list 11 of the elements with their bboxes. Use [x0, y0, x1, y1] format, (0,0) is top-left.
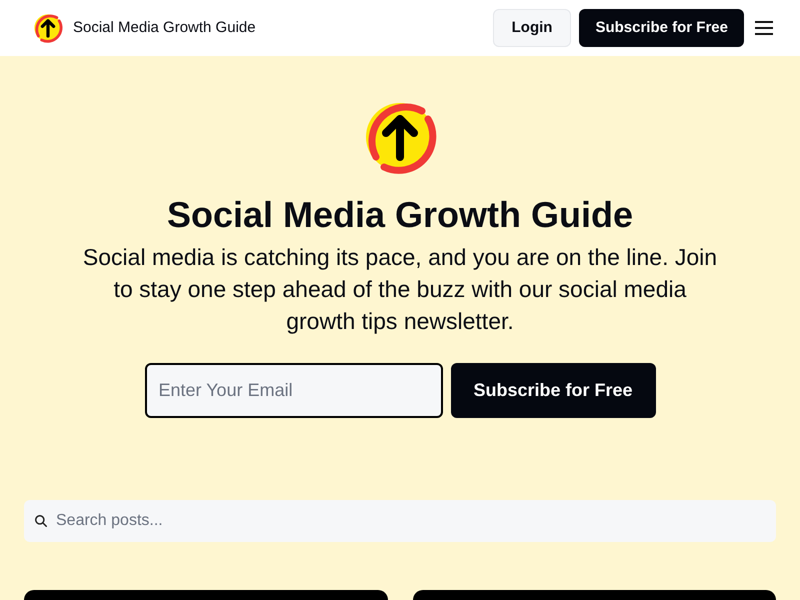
logo-icon	[32, 12, 64, 44]
subscribe-button[interactable]: Subscribe for Free	[450, 363, 656, 418]
subscribe-button[interactable]: Subscribe for Free	[579, 9, 744, 47]
search-icon	[34, 514, 48, 528]
login-button[interactable]: Login	[492, 9, 572, 47]
search-field[interactable]: Search posts...	[24, 500, 776, 542]
site-name[interactable]: Social Media Growth Guide	[73, 16, 256, 40]
hero-title: Social Media Growth Guide	[166, 193, 634, 237]
menu-icon[interactable]	[754, 20, 774, 36]
email-input-field[interactable]: Enter Your Email	[144, 363, 442, 418]
hero-description: Social media is catching its pace, and you are on the line. Join to stay one step ahead of the buzz with our social media growth tips newsletter.	[82, 243, 718, 336]
